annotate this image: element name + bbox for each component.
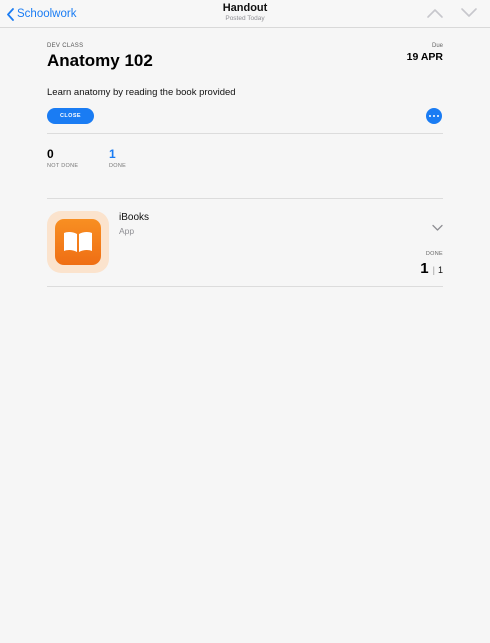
more-dot bbox=[432, 114, 436, 118]
chevron-up-icon bbox=[427, 9, 443, 18]
class-label: DEV CLASS bbox=[47, 43, 84, 49]
open-book-icon bbox=[64, 231, 92, 252]
assignment-description: Learn anatomy by reading the book provid… bbox=[47, 87, 236, 98]
ibooks-app-icon[interactable] bbox=[47, 211, 109, 273]
divider bbox=[47, 133, 443, 134]
activity-name: iBooks bbox=[119, 212, 150, 223]
more-dot bbox=[436, 114, 439, 118]
assignment-title: Anatomy 102 bbox=[47, 51, 153, 70]
divider bbox=[47, 198, 443, 199]
more-dot bbox=[429, 114, 432, 118]
due-date: 19 APR bbox=[406, 51, 443, 63]
divider bbox=[47, 286, 443, 287]
posted-status: Posted Today bbox=[225, 15, 265, 22]
close-button[interactable]: CLOSE bbox=[47, 108, 94, 124]
ibooks-icon-tile bbox=[55, 219, 101, 265]
activity-type: App bbox=[119, 226, 135, 236]
activity-total: 1 bbox=[437, 265, 443, 275]
previous-button[interactable] bbox=[426, 6, 444, 20]
page-title: Handout bbox=[222, 2, 268, 14]
activity-done-count: 1 bbox=[420, 260, 429, 277]
not-done-count[interactable]: 0 bbox=[47, 147, 54, 161]
not-done-label: NOT DONE bbox=[47, 163, 79, 169]
chevron-down-icon bbox=[432, 224, 443, 231]
progress-separator: | bbox=[432, 265, 435, 275]
activity-done-label: DONE bbox=[425, 251, 443, 257]
next-button[interactable] bbox=[460, 6, 478, 20]
activity-progress: 1 | 1 bbox=[420, 260, 443, 277]
done-label: DONE bbox=[109, 163, 127, 169]
expand-button[interactable] bbox=[432, 219, 443, 237]
more-options-button[interactable] bbox=[426, 108, 442, 124]
due-label: Due bbox=[431, 43, 443, 49]
done-count[interactable]: 1 bbox=[109, 147, 116, 161]
navigation-bar: Schoolwork Handout Posted Today bbox=[0, 0, 490, 28]
chevron-down-icon bbox=[461, 8, 477, 17]
